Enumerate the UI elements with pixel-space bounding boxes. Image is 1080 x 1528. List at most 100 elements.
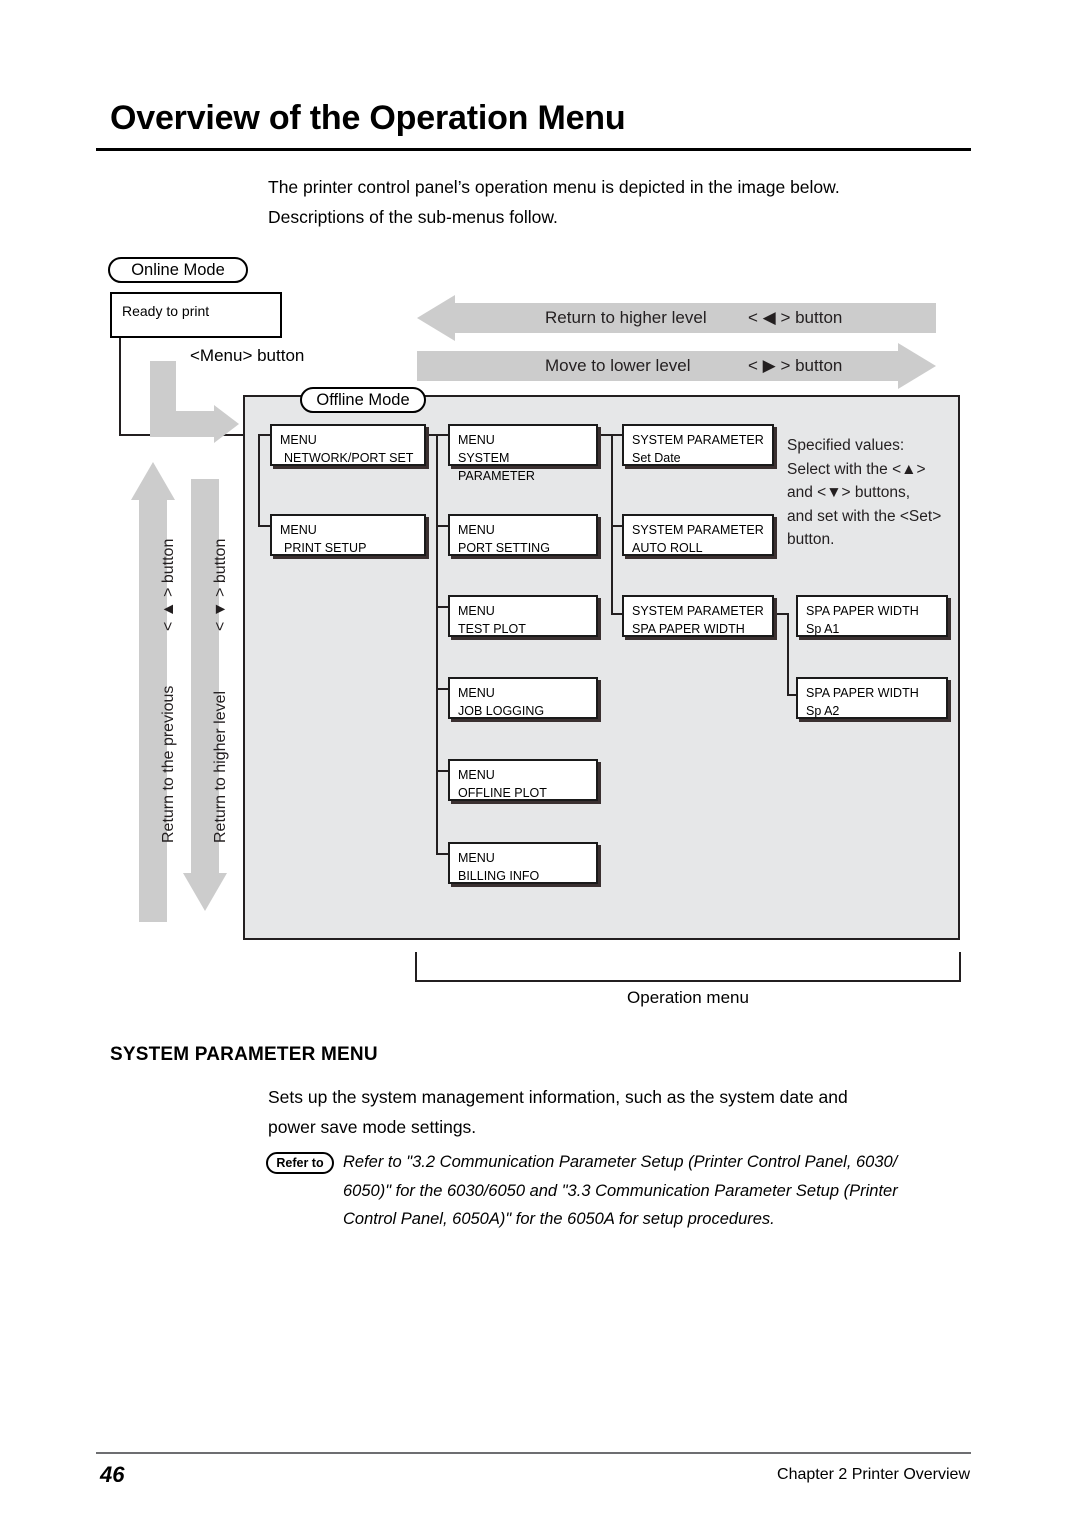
intro-paragraph: The printer control panel’s operation me… (268, 172, 968, 232)
menu-box-line2: PORT SETTING (458, 541, 550, 556)
section-body-line-2: power save mode settings. (268, 1117, 477, 1138)
return-higher-level-button: < ◀ > button (748, 308, 843, 327)
specified-values-line-3: and <▼> buttons, (787, 484, 911, 502)
menu-box-line1: MENU (280, 433, 317, 447)
value-box-sp-a1[interactable]: SPA PAPER WIDTH Sp A1 (796, 595, 948, 637)
column4-trunk-line (787, 613, 789, 695)
menu-box-print-setup[interactable]: MENU PRINT SETUP (270, 514, 426, 556)
intro-line-1: The printer control panel’s operation me… (268, 177, 840, 197)
param-box-line2: SPA PAPER WIDTH (632, 622, 745, 637)
menu-box-system-parameter[interactable]: MENU SYSTEM PARAMETER (448, 424, 598, 483)
column2-stub-5 (436, 770, 448, 772)
refer-to-line-3: Control Panel, 6050A)" for the 6050A for… (343, 1210, 775, 1229)
value-box-line1: SPA PAPER WIDTH (806, 686, 919, 700)
move-lower-level-button: < ▶ > button (748, 356, 843, 375)
menu-button-arrow-shaft (150, 411, 214, 437)
value-box-line2: Sp A1 (806, 622, 840, 637)
value-box-sp-a2[interactable]: SPA PAPER WIDTH Sp A2 (796, 677, 948, 719)
menu-box-line2: NETWORK/PORT SET (284, 451, 414, 466)
param-box-line2: AUTO ROLL (632, 541, 703, 556)
param-box-spa-paper-width[interactable]: SYSTEM PARAMETER SPA PAPER WIDTH (622, 595, 774, 637)
footer-chapter: Chapter 2 Printer Overview (777, 1466, 970, 1483)
section-heading: SYSTEM PARAMETER MENU (110, 1044, 378, 1065)
return-higher-level-text: Return to higher level (545, 308, 707, 328)
refer-to-line-2: 6050)" for the 6030/6050 and "3.3 Commun… (343, 1181, 898, 1200)
operation-menu-bracket (415, 952, 961, 982)
return-previous-button: < ▲ > button (160, 538, 177, 631)
return-previous-text: Return to the previous (160, 685, 177, 843)
param-box-line1: SYSTEM PARAMETER (632, 433, 764, 447)
column2-stub-4 (436, 688, 448, 690)
move-lower-level-text: Move to lower level (545, 356, 691, 375)
return-higher-vert-label: Return to higher level (212, 691, 230, 843)
menu-box-line1: MENU (280, 523, 317, 537)
column1-stub-1 (258, 434, 270, 436)
menu-box-line2: BILLING INFO (458, 869, 540, 884)
param-box-line1: SYSTEM PARAMETER (632, 604, 764, 618)
menu-button-arrow-head-icon (214, 405, 239, 443)
menu-box-line1: MENU (458, 433, 495, 447)
footer-rule (96, 1452, 971, 1455)
column1-trunk-line (258, 434, 260, 526)
return-higher-level-arrow-head-icon (417, 295, 455, 341)
menu-box-line2: JOB LOGGING (458, 704, 545, 719)
param-box-auto-roll[interactable]: SYSTEM PARAMETER AUTO ROLL (622, 514, 774, 556)
specified-values-line-1: Specified values: (787, 437, 905, 454)
param-box-line2: Set Date (632, 451, 681, 466)
column4-stub-2 (787, 694, 796, 696)
intro-line-2: Descriptions of the sub-menus follow. (268, 207, 558, 228)
menu-box-billing-info[interactable]: MENU BILLING INFO (448, 842, 598, 884)
return-higher-level-label: Return to higher level (545, 308, 707, 327)
param-box-line1: SYSTEM PARAMETER (632, 523, 764, 537)
value-box-line2: Sp A2 (806, 704, 840, 719)
section-body: Sets up the system management informatio… (268, 1082, 968, 1142)
column2-stub-6 (436, 853, 448, 855)
specified-values-note: Specified values: Select with the <▲> an… (787, 434, 977, 552)
operation-menu-diagram: Online Mode Ready to print <Menu> button… (0, 248, 1080, 1018)
menu-box-port-setting[interactable]: MENU PORT SETTING (448, 514, 598, 556)
menu-box-job-logging[interactable]: MENU JOB LOGGING (448, 677, 598, 719)
param-box-set-date[interactable]: SYSTEM PARAMETER Set Date (622, 424, 774, 466)
value-box-line1: SPA PAPER WIDTH (806, 604, 919, 618)
page-title: Overview of the Operation Menu (110, 99, 626, 137)
online-mode-label: Online Mode (131, 260, 225, 279)
section-body-line-1: Sets up the system management informatio… (268, 1087, 848, 1107)
online-mode-pill: Online Mode (108, 257, 248, 283)
menu-box-test-plot[interactable]: MENU TEST PLOT (448, 595, 598, 637)
refer-to-badge: Refer to (266, 1152, 334, 1174)
title-rule (96, 148, 971, 151)
menu-button-label: <Menu> button (190, 346, 305, 365)
column2-trunk-line (436, 434, 438, 855)
refer-to-note: Refer to "3.2 Communication Parameter Se… (343, 1148, 968, 1234)
column3-to-column4-link (774, 613, 788, 615)
column3-trunk-line (611, 434, 613, 614)
menu-box-line1: MENU (458, 851, 495, 865)
offline-mode-pill: Offline Mode (300, 387, 426, 413)
online-to-offline-connector-vertical (119, 338, 121, 436)
specified-values-line-5: button. (787, 531, 835, 549)
ready-to-print-box: Ready to print (110, 292, 282, 338)
menu-box-line2: PRINT SETUP (284, 541, 367, 556)
menu-box-line2: SYSTEM PARAMETER (458, 451, 535, 484)
return-higher-vert-button: < ▼ > button (212, 538, 229, 631)
specified-values-line-2: Select with the <▲> (787, 460, 926, 478)
menu-box-line1: MENU (458, 604, 495, 618)
menu-box-line2: OFFLINE PLOT (458, 786, 547, 801)
page-number: 46 (100, 1462, 125, 1487)
menu-box-line1: MENU (458, 768, 495, 782)
menu-box-network-port-set[interactable]: MENU NETWORK/PORT SET (270, 424, 426, 466)
refer-to-line-1: Refer to "3.2 Communication Parameter Se… (343, 1153, 898, 1171)
specified-values-line-4: and set with the <Set> (787, 507, 942, 525)
ready-to-print-label: Ready to print (122, 303, 210, 319)
menu-box-line1: MENU (458, 523, 495, 537)
menu-box-offline-plot[interactable]: MENU OFFLINE PLOT (448, 759, 598, 801)
move-lower-level-arrow-head-icon (898, 343, 936, 389)
column1-stub-2 (258, 525, 270, 527)
return-higher-vert-arrow-head-icon (183, 873, 227, 911)
menu-box-line1: MENU (458, 686, 495, 700)
menu-box-line2: TEST PLOT (458, 622, 526, 637)
column2-stub-2 (436, 525, 448, 527)
offline-mode-label: Offline Mode (316, 390, 410, 409)
column2-stub-3 (436, 606, 448, 608)
return-previous-arrow-head-icon (131, 462, 175, 500)
